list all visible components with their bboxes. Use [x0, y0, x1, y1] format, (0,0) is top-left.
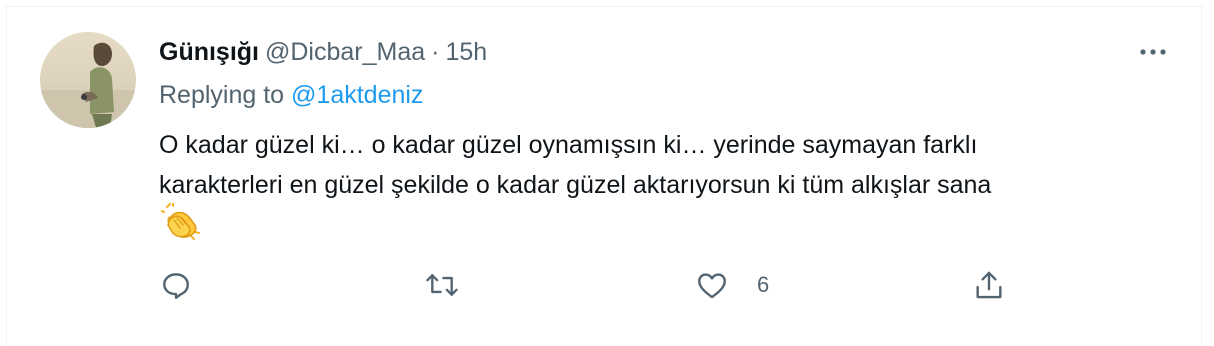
more-icon — [1140, 49, 1166, 55]
tweet-text-line-2: karakterleri en güzel şekilde o kadar gü… — [159, 171, 992, 199]
user-handle[interactable]: @Dicbar_Maa — [265, 38, 425, 67]
separator-dot: · — [431, 37, 440, 66]
retweet-icon — [426, 274, 458, 296]
retweet-button[interactable] — [424, 267, 460, 303]
like-button[interactable]: 6 — [695, 267, 769, 303]
reply-icon — [163, 273, 189, 299]
clapping-hands-icon — [160, 202, 201, 243]
heart-icon — [698, 273, 726, 299]
tweet-header: Günışığı @Dicbar_Maa · 15h — [159, 35, 487, 69]
reply-button[interactable] — [159, 267, 193, 303]
replying-prefix: Replying to — [159, 81, 292, 109]
display-name[interactable]: Günışığı — [159, 38, 259, 67]
timestamp[interactable]: 15h — [445, 38, 487, 67]
tweet-text: O kadar güzel ki… o kadar güzel oynamışs… — [159, 125, 1169, 205]
tweet-text-line-1: O kadar güzel ki… o kadar güzel oynamışs… — [159, 131, 978, 159]
like-count: 6 — [757, 272, 770, 297]
share-button[interactable] — [972, 267, 1006, 303]
tweet-actions: 6 — [7, 267, 1201, 303]
tweet-card[interactable]: Günışığı @Dicbar_Maa · 15h Replying to @… — [6, 6, 1202, 346]
more-options-button[interactable] — [1133, 38, 1173, 66]
replying-to: Replying to @1aktdeniz — [159, 81, 423, 110]
replying-to-mention[interactable]: @1aktdeniz — [291, 81, 423, 109]
avatar[interactable] — [40, 32, 136, 128]
share-icon — [976, 271, 1002, 299]
